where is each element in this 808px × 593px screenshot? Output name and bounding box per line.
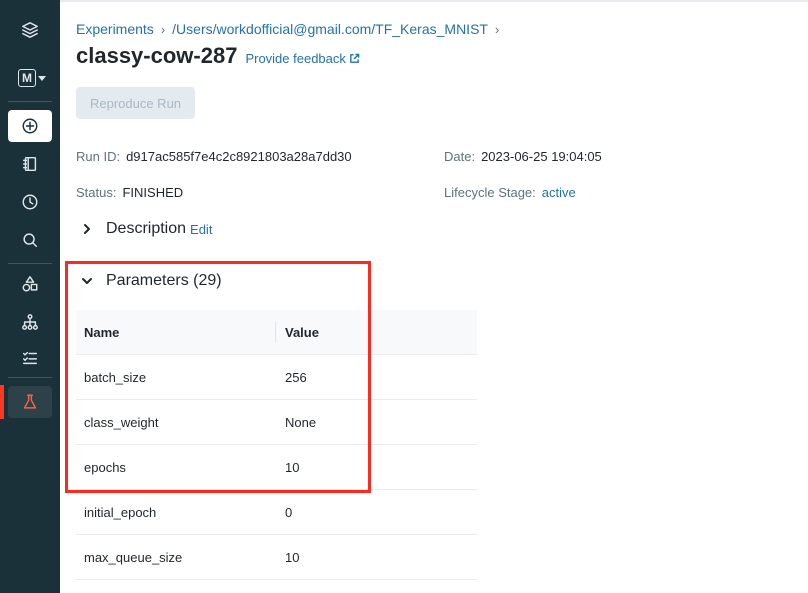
- tree-icon[interactable]: [8, 306, 52, 338]
- table-header-row: Name Value: [76, 310, 477, 355]
- description-edit-link[interactable]: Edit: [190, 222, 212, 237]
- sidebar-divider: [8, 263, 52, 264]
- provide-feedback-link[interactable]: Provide feedback: [245, 51, 360, 66]
- lifecycle-label: Lifecycle Stage:: [444, 185, 536, 200]
- chevron-right-icon: [84, 224, 90, 234]
- checklist-icon[interactable]: [8, 342, 52, 374]
- column-header-name[interactable]: Name: [76, 310, 276, 354]
- status-value: FINISHED: [122, 185, 184, 200]
- clock-icon[interactable]: [8, 186, 52, 218]
- title-row: classy-cow-287 Provide feedback: [76, 43, 360, 69]
- sidebar-divider: [8, 101, 52, 102]
- parameters-table: Name Value batch_size 256 class_weight N…: [76, 310, 477, 580]
- param-name: epochs: [84, 459, 126, 475]
- shapes-icon[interactable]: [8, 268, 52, 300]
- table-row: max_queue_size 10: [76, 535, 477, 580]
- plus-circle-icon[interactable]: [8, 110, 52, 142]
- date-label: Date:: [444, 149, 476, 164]
- workspace-switcher[interactable]: M: [18, 69, 46, 87]
- layers-logo-icon[interactable]: [8, 14, 52, 46]
- param-value: 10: [285, 549, 300, 565]
- sidebar-divider: [8, 377, 52, 378]
- lifecycle-stage: Lifecycle Stage: active: [444, 185, 576, 200]
- status-label: Status:: [76, 185, 117, 200]
- param-value: 10: [285, 459, 300, 475]
- search-icon[interactable]: [8, 224, 52, 256]
- param-value: 256: [285, 369, 307, 385]
- table-row: batch_size 256: [76, 355, 477, 400]
- run-id-label: Run ID:: [76, 149, 121, 164]
- breadcrumb-separator: ›: [494, 21, 500, 37]
- breadcrumb-experiments[interactable]: Experiments: [76, 21, 154, 37]
- param-name: max_queue_size: [84, 549, 183, 565]
- page-title: classy-cow-287: [76, 43, 238, 68]
- external-link-icon: [350, 53, 360, 63]
- date-value: 2023-06-25 19:04:05: [481, 149, 602, 164]
- param-value: None: [285, 414, 317, 430]
- description-section-toggle[interactable]: Description Edit: [80, 220, 212, 238]
- table-row: initial_epoch 0: [76, 490, 477, 535]
- description-heading: Description: [106, 220, 187, 237]
- chevron-down-icon: [82, 278, 92, 284]
- breadcrumb-experiment-path[interactable]: /Users/workdofficial@gmail.com/TF_Keras_…: [172, 21, 488, 37]
- reproduce-run-button[interactable]: Reproduce Run: [76, 87, 195, 119]
- breadcrumb: Experiments › /Users/workdofficial@gmail…: [76, 21, 506, 37]
- feedback-label: Provide feedback: [245, 51, 346, 66]
- notebook-icon[interactable]: [8, 148, 52, 180]
- run-status: Status: FINISHED: [76, 185, 183, 200]
- lifecycle-value[interactable]: active: [542, 185, 576, 200]
- parameters-section-toggle[interactable]: Parameters (29): [80, 272, 222, 290]
- run-date: Date: 2023-06-25 19:04:05: [444, 149, 602, 164]
- flask-icon[interactable]: [8, 386, 52, 418]
- param-value: 0: [285, 504, 293, 520]
- main-content: Experiments › /Users/workdofficial@gmail…: [76, 0, 808, 593]
- parameters-heading: Parameters (29): [106, 272, 222, 289]
- param-name: initial_epoch: [84, 504, 157, 520]
- table-row: epochs 10: [76, 445, 477, 490]
- param-name: class_weight: [84, 414, 159, 430]
- sidebar: M: [0, 0, 60, 593]
- active-indicator: [0, 385, 4, 419]
- column-header-value[interactable]: Value: [276, 310, 319, 354]
- param-name: batch_size: [84, 369, 147, 385]
- workspace-icon: M: [18, 69, 36, 87]
- table-row: class_weight None: [76, 400, 477, 445]
- run-id: Run ID: d917ac585f7e4c2c8921803a28a7dd30: [76, 149, 352, 164]
- run-id-value: d917ac585f7e4c2c8921803a28a7dd30: [126, 149, 352, 164]
- breadcrumb-separator: ›: [160, 21, 166, 37]
- chevron-down-icon: [38, 75, 46, 81]
